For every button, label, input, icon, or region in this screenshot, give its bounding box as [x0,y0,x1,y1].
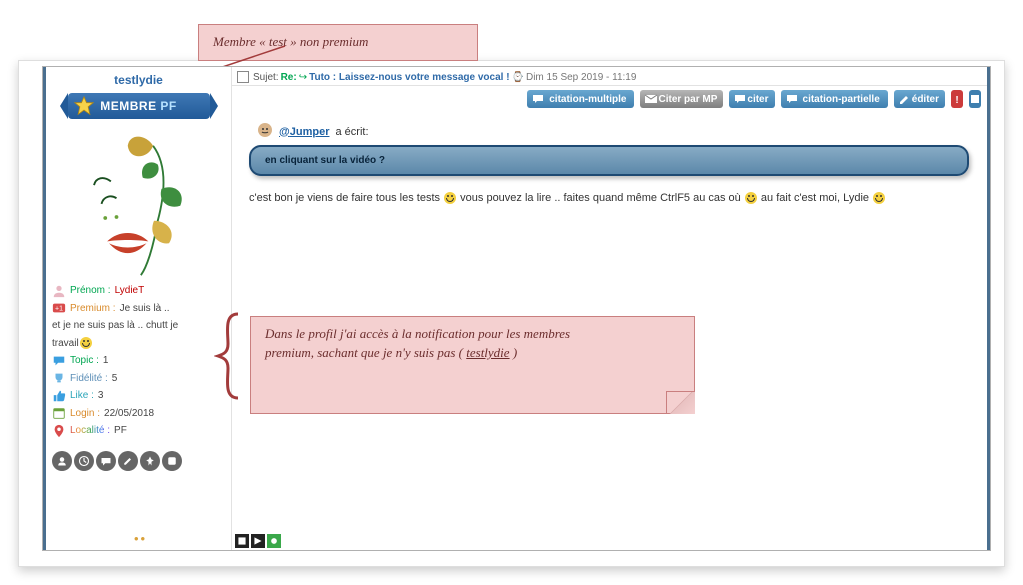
field-like-value: 3 [98,388,104,404]
quote-icon [531,92,545,106]
quote-content: en cliquant sur la vidéo ? [249,145,969,176]
mail-icon [644,92,658,106]
premium-badge-icon: +1 [52,301,66,315]
field-prenom-value: LydieT [115,283,145,299]
post-action-bar: citation-multiple Citer par MP citer cit… [231,86,987,112]
subject-label: Sujet: [253,72,279,83]
callout-profile-link: testlydie [466,345,509,360]
body-seg-2: vous pouvez la lire .. faites quand même… [460,192,744,204]
post-main: Sujet: Re: ↪ Tuto : Laissez-nous votre m… [231,67,987,550]
warn-button[interactable]: ! [951,90,963,108]
field-fidelite-label: Fidélité : [70,371,108,387]
field-topic-label: Topic : [70,353,99,369]
post-body: c'est bon je viens de faire tous les tes… [249,190,969,207]
svg-text:+1: +1 [55,306,63,313]
quote-icon-3 [785,92,799,106]
quote-pm-button[interactable]: Citer par MP [640,90,723,108]
quote-icon-2 [733,92,747,106]
person-icon [52,284,66,298]
avatar-image [64,127,214,277]
profile-username[interactable]: testlydie [46,73,231,87]
cup-icon [52,371,66,385]
multi-quote-button[interactable]: citation-multiple [527,90,634,108]
calendar-icon [52,406,66,420]
quote-button[interactable]: citer [729,90,774,108]
avatar [46,127,231,277]
smile-icon [873,192,885,204]
callout-profile-text-b: premium, sachant que je n'y suis pas ( [265,345,463,360]
smile-icon [80,337,92,349]
profile-action-clock[interactable] [74,451,94,471]
callout-profile-text-a: Dans le profil j'ai accès à la notificat… [265,326,570,341]
profile-action-user[interactable] [52,451,72,471]
multi-quote-label: citation-multiple [549,94,626,105]
callout-profile-text-c: ) [513,345,517,360]
field-login-value: 22/05/2018 [104,406,154,422]
field-localite-label: Localité : [70,423,110,439]
post-subject-line: Sujet: Re: ↪ Tuto : Laissez-nous votre m… [231,67,987,86]
quote-label: citer [747,94,768,105]
profile-sidebar: testlydie MEMBRE PF [46,67,232,550]
profile-fields: Prénom : LydieT +1 Premium : Je suis là … [46,277,231,445]
member-rank-ribbon: MEMBRE PF [68,93,210,119]
partial-quote-button[interactable]: citation-partielle [781,90,888,108]
field-premium-value: Je suis là .. [120,301,170,317]
field-localite-value: PF [114,423,127,439]
body-seg-1: c'est bon je viens de faire tous les tes… [249,192,443,204]
ribbon-pf: PF [160,99,176,113]
partial-quote-label: citation-partielle [803,94,880,105]
thumb-up-icon [52,389,66,403]
post-footer-icons [235,534,281,548]
reply-arrow-icon: ↪ [299,72,307,83]
quote-block: @Jumper a écrit: en cliquant sur la vidé… [249,122,969,176]
field-status-b: travail [52,336,79,352]
profile-action-edit[interactable] [118,451,138,471]
field-like-label: Like : [70,388,94,404]
avatar-mini-icon [257,122,273,141]
speech-bubble-icon [52,354,66,368]
body-seg-3: au fait c'est moi, Lydie [761,192,872,204]
clock-icon: ⌚ [512,72,524,83]
profile-action-icons [46,445,231,471]
callout-profile-note: Dans le profil j'ai accès à la notificat… [250,316,695,414]
extra-action-button[interactable] [969,90,981,108]
quote-wrote: a écrit: [335,126,368,138]
field-prenom-label: Prénom : [70,283,111,299]
edit-button[interactable]: éditer [894,90,945,108]
accent-bar-right [987,67,990,550]
forum-post: testlydie MEMBRE PF [42,66,991,551]
ribbon-text: MEMBRE PF [100,99,177,113]
checkbox-icon[interactable] [237,71,249,83]
subject-re: Re: [281,72,297,83]
subject-title-link[interactable]: Tuto : Laissez-nous votre message vocal … [309,72,509,83]
curly-brace-icon [214,312,244,400]
svg-text:!: ! [955,95,958,105]
mention-user[interactable]: Jumper [290,126,330,138]
mention-at[interactable]: @ [279,126,290,138]
profile-action-more[interactable] [162,451,182,471]
field-status-a: et je ne suis pas là .. chutt je [52,318,178,334]
footer-icon-1[interactable] [235,534,249,548]
field-login-label: Login : [70,406,100,422]
profile-action-message[interactable] [96,451,116,471]
subject-timestamp: Dim 15 Sep 2019 - 11:19 [526,72,636,83]
quote-pm-label: Citer par MP [658,94,717,105]
star-icon [74,96,94,116]
dots-icon: •• [134,531,147,546]
edit-label: éditer [912,94,939,105]
smile-icon [745,192,757,204]
field-fidelite-value: 5 [112,371,118,387]
ribbon-member: MEMBRE [100,99,156,113]
footer-icon-online[interactable] [267,534,281,548]
smile-icon [444,192,456,204]
profile-action-pin[interactable] [140,451,160,471]
footer-icon-2[interactable] [251,534,265,548]
pencil-icon [898,92,912,106]
location-icon [52,424,66,438]
quote-header: @Jumper a écrit: [257,122,969,141]
field-topic-value: 1 [103,353,109,369]
field-premium-label: Premium : [70,301,116,317]
